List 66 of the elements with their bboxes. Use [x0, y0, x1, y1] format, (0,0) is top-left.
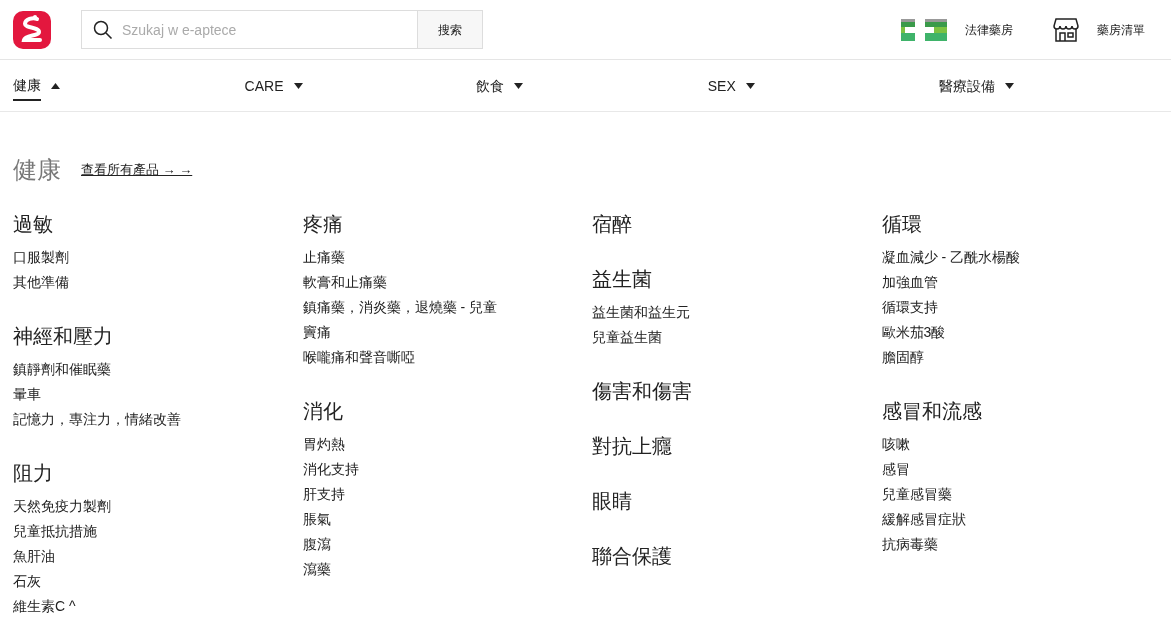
category-title[interactable]: 眼睛 [592, 487, 882, 515]
subcategory-link[interactable]: 其他準備 [13, 270, 69, 295]
nav-tab[interactable]: 健康 [13, 70, 41, 101]
pharmacy-list-link[interactable]: 藥房清單 [1097, 20, 1145, 39]
caret-down-icon [514, 82, 524, 89]
subcategory-link[interactable]: 竇痛 [302, 320, 331, 345]
subcategory-link[interactable]: 益生菌和益生元 [592, 300, 690, 325]
category-title[interactable]: 聯合保護 [592, 542, 882, 570]
subcategory-link[interactable]: 喉嚨痛和聲音嘶啞 [302, 345, 415, 370]
legal-pharmacy-link[interactable]: 法律藥房 [965, 20, 1013, 39]
caret-down-icon [745, 82, 755, 89]
subcategory-link[interactable]: 兒童益生菌 [592, 325, 662, 350]
subcategory-link[interactable]: 口服製劑 [13, 245, 69, 270]
subcategory-link[interactable]: 緩解感冒症狀 [881, 507, 966, 532]
subcategory-link[interactable]: 加強血管 [881, 270, 938, 295]
subcategory-link[interactable]: 止痛藥 [302, 245, 345, 270]
subcategory-link[interactable]: 維生素C ^ [13, 594, 76, 619]
subcategory-link[interactable]: 石灰 [13, 569, 41, 594]
nav-tab[interactable]: 飲食 [476, 74, 505, 97]
subcategory-link[interactable]: 抗病毒藥 [881, 532, 938, 557]
subcategory-link[interactable]: 消化支持 [302, 457, 359, 482]
subcategory-link[interactable]: 歐米茄3酸 [881, 320, 946, 345]
search-icon [93, 20, 113, 40]
subcategory-link[interactable]: 咳嗽 [881, 432, 910, 457]
category-title[interactable]: 疼痛 [302, 210, 592, 238]
category-title[interactable]: 過敏 [13, 210, 303, 238]
category-title[interactable]: 循環 [881, 210, 1171, 238]
subcategory-link[interactable]: 魚肝油 [13, 544, 55, 569]
category-title[interactable]: 消化 [302, 397, 592, 425]
caret-down-icon [1005, 82, 1015, 89]
nav-tab[interactable]: CARE [244, 74, 284, 97]
subcategory-link[interactable]: 記憶力，專注力，情緒改善 [13, 407, 181, 432]
category-title[interactable]: 傷害和傷害 [592, 377, 882, 405]
subcategory-link[interactable]: 凝血減少 - 乙酰水楊酸 [881, 245, 1020, 270]
section-title: 健康 [13, 155, 61, 185]
nav-tab[interactable]: SEX [707, 74, 736, 97]
view-all-link[interactable]: 查看所有產品 → → [81, 160, 193, 180]
subcategory-link[interactable]: 肝支持 [302, 482, 345, 507]
nav-tab[interactable]: 醫療設備 [939, 74, 996, 97]
subcategory-link[interactable]: 天然免疫力製劑 [13, 494, 111, 519]
category-title[interactable]: 益生菌 [592, 265, 882, 293]
subcategory-link[interactable]: 瀉藥 [302, 557, 331, 582]
subcategory-link[interactable]: 感冒 [881, 457, 910, 482]
subcategory-link[interactable]: 軟膏和止痛藥 [302, 270, 387, 295]
store-icon [1053, 17, 1079, 42]
category-title[interactable]: 感冒和流感 [881, 397, 1171, 425]
subcategory-link[interactable]: 循環支持 [881, 295, 938, 320]
category-title[interactable]: 宿醉 [592, 210, 882, 238]
subcategory-link[interactable]: 膽固醇 [881, 345, 924, 370]
category-title[interactable]: 對抗上癮 [592, 432, 882, 460]
logo-icon[interactable] [13, 10, 51, 49]
subcategory-link[interactable]: 脹氣 [302, 507, 331, 532]
subcategory-link[interactable]: 腹瀉 [302, 532, 331, 557]
caret-down-icon [293, 82, 303, 89]
caret-up-icon [51, 82, 60, 89]
subcategory-link[interactable]: 鎮痛藥，消炎藥，退燒藥 - 兒童 [302, 295, 497, 320]
subcategory-link[interactable]: 暈車 [13, 382, 41, 407]
subcategory-link[interactable]: 鎮靜劑和催眠藥 [13, 357, 111, 382]
search-field[interactable]: Szukaj w e-aptece [81, 10, 418, 49]
category-title[interactable]: 神經和壓力 [13, 322, 303, 350]
category-title[interactable]: 阻力 [13, 459, 303, 487]
subcategory-link[interactable]: 胃灼熱 [302, 432, 345, 457]
search-button[interactable]: 搜索 [418, 10, 483, 49]
pharmacy-badge-icon [901, 18, 947, 41]
subcategory-link[interactable]: 兒童抵抗措施 [13, 519, 97, 544]
subcategory-link[interactable]: 兒童感冒藥 [881, 482, 952, 507]
